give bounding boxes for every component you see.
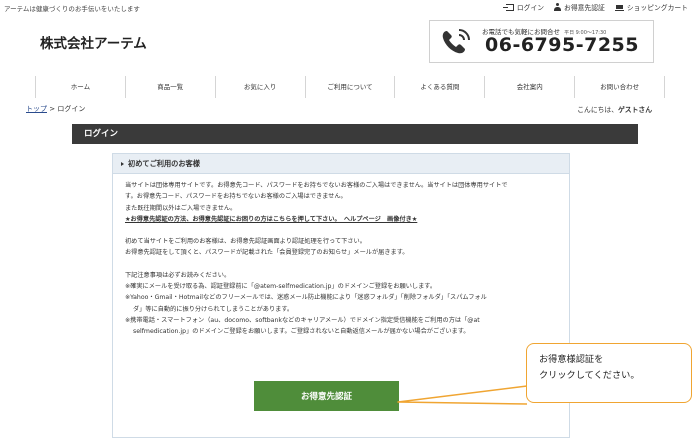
- panel-text-line: ※Yahoo・Gmail・Hotmailなどのフリーメールでは、迷惑メール防止機…: [125, 294, 487, 302]
- nav-item-favorites[interactable]: お気に入り: [214, 76, 305, 98]
- panel-body: 当サイトは団体専用サイトです。お得意先コード、パスワードをお持ちでないお客様のご…: [113, 174, 569, 338]
- panel-text-line: 初めて当サイトをご利用のお客様は、お得意先認証画面より認証処理を行って下さい。: [125, 238, 366, 246]
- top-links: ログイン お得意先認証 ショッピングカート: [502, 2, 688, 12]
- breadcrumb-home-link[interactable]: トップ: [26, 105, 47, 113]
- cart-icon: [614, 4, 624, 11]
- user-icon: [554, 3, 562, 11]
- panel-text-line: ※確実にメールを受け取る為、認証登録前に「@atem-selfmedicatio…: [125, 283, 437, 291]
- top-bar: アーテムは健康づくりのお手伝いをいたします ログイン お得意先認証 ショッピング…: [0, 0, 700, 14]
- shopping-cart-link[interactable]: ショッピングカート: [614, 2, 688, 12]
- panel-title: 初めてご利用のお客様: [113, 154, 569, 174]
- panel-text-line: ※携帯電話・スマートフォン（au、docomo、softbankなどのキャリアメ…: [125, 316, 480, 324]
- panel-text-line: す。お得意先コード、パスワードをお持ちでないお客様のご入場はできません。: [125, 193, 347, 201]
- global-nav: ホーム 商品一覧 お気に入り ご利用について よくある質問 会社案内 お問い合わ…: [35, 76, 666, 98]
- company-logo[interactable]: 株式会社アーテム: [40, 32, 147, 52]
- callout-line: お得意様認証を: [539, 354, 604, 365]
- nav-item-usage-guide[interactable]: ご利用について: [304, 76, 395, 98]
- nav-item-faq[interactable]: よくある質問: [394, 76, 484, 98]
- nav-item-contact[interactable]: お問い合わせ: [574, 76, 666, 98]
- greeting-name: ゲストさん: [618, 106, 652, 114]
- nav-item-company[interactable]: 会社案内: [484, 76, 574, 98]
- callout-line: クリックしてください。: [539, 370, 640, 381]
- phone-icon: [442, 29, 470, 54]
- greeting-prefix: こんにちは、: [577, 106, 619, 114]
- nav-item-home[interactable]: ホーム: [35, 76, 125, 98]
- nav-item-products[interactable]: 商品一覧: [124, 76, 215, 98]
- panel-spacer: [125, 259, 559, 270]
- breadcrumb: トップ > ログイン: [26, 104, 85, 114]
- breadcrumb-current: ログイン: [57, 105, 86, 113]
- panel-spacer: [125, 225, 559, 236]
- panel-text-line: 下記注意事項は必ずお読みください。: [125, 271, 231, 279]
- login-icon: [502, 3, 514, 11]
- page-title: ログイン: [72, 124, 638, 144]
- shopping-cart-link-label: ショッピングカート: [626, 4, 688, 12]
- customer-auth-link[interactable]: お得意先認証: [554, 2, 605, 12]
- site-tagline: アーテムは健康づくりのお手伝いをいたします: [4, 5, 140, 13]
- panel-title-text: 初めてご利用のお客様: [128, 159, 200, 168]
- panel-text-line: ダ」等に自動的に振り分けられてしまうことがあります。: [133, 305, 294, 313]
- panel-text-line: お得意先認証をして頂くと、パスワードが記載された「会員登録完了のお知らせ」メール…: [125, 249, 409, 257]
- help-page-link[interactable]: ★お得意先認証の方法、お得意先認証にお困りの方はこちらを押して下さい。 ヘルプペ…: [125, 214, 559, 225]
- phone-number: 06-6795-7255: [485, 34, 639, 56]
- greeting: こんにちは、ゲストさん: [577, 104, 652, 114]
- panel-text-line: また既往期間以外はご入場できません。: [125, 204, 237, 212]
- phone-contact-box: お電話でも気軽にお問合せ 平日 9:00～17:30 06-6795-7255: [429, 20, 654, 63]
- login-link[interactable]: ログイン: [502, 2, 545, 12]
- triangle-right-icon: [121, 162, 124, 166]
- callout-pointer: [397, 385, 528, 405]
- panel-text-line: 当サイトは団体専用サイトです。お得意先コード、パスワードをお持ちでないお客様のご…: [125, 182, 508, 189]
- login-link-label: ログイン: [516, 4, 545, 12]
- customer-auth-button[interactable]: お得意先認証: [254, 381, 399, 411]
- customer-auth-link-label: お得意先認証: [564, 4, 605, 12]
- instruction-callout: お得意様認証を クリックしてください。: [526, 343, 692, 403]
- panel-text-line: selfmedication.jp」のドメインご登録をお願いします。ご登録されな…: [133, 328, 470, 336]
